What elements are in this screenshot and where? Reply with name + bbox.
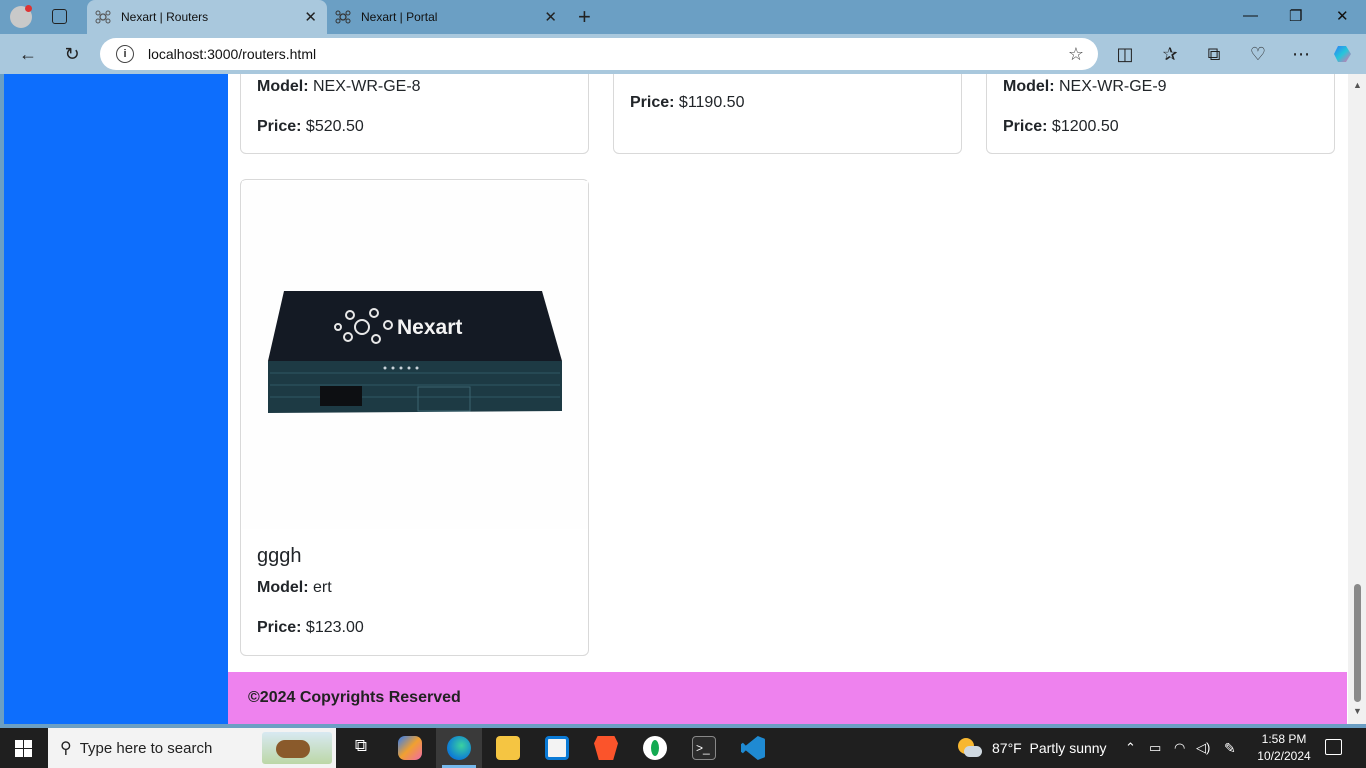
tab-label: Nexart | Routers bbox=[121, 10, 209, 24]
search-placeholder: Type here to search bbox=[79, 739, 213, 757]
page-viewport: Model: NEX-WR-GE-8 Price: $520.50 Price:… bbox=[4, 74, 1366, 724]
product-card: Price: $1190.50 bbox=[613, 74, 962, 154]
tab-routers[interactable]: Nexart | Routers ✕ bbox=[87, 0, 327, 34]
nexart-tab-icon bbox=[95, 10, 111, 24]
scroll-thumb[interactable] bbox=[1354, 584, 1361, 702]
scroll-down-icon[interactable]: ▼ bbox=[1353, 706, 1362, 716]
favorites-icon[interactable]: ✰ bbox=[1158, 42, 1182, 66]
split-screen-icon[interactable]: ◫ bbox=[1113, 42, 1137, 66]
price-row: Price: $123.00 bbox=[257, 619, 364, 636]
product-card: Model: NEX-WR-GE-9 Price: $1200.50 bbox=[986, 74, 1335, 154]
tab-portal[interactable]: Nexart | Portal ✕ bbox=[327, 0, 567, 34]
back-icon[interactable]: ← bbox=[16, 42, 40, 66]
terminal-icon[interactable]: >_ bbox=[692, 736, 716, 760]
tab-label: Nexart | Portal bbox=[361, 10, 438, 24]
close-tab-icon[interactable]: ✕ bbox=[304, 8, 317, 26]
tab-bar: Nexart | Routers ✕ Nexart | Portal ✕ + —… bbox=[0, 0, 1366, 34]
volume-icon[interactable]: ◁) bbox=[1196, 728, 1210, 768]
system-clock[interactable]: 1:58 PM 10/2/2024 bbox=[1254, 731, 1314, 765]
network-icon[interactable]: ◠ bbox=[1174, 728, 1185, 768]
clock-date: 10/2/2024 bbox=[1257, 749, 1311, 763]
tab-actions-icon[interactable] bbox=[52, 9, 67, 24]
weather-condition: Partly sunny bbox=[1029, 740, 1107, 756]
nexart-tab-icon bbox=[335, 10, 351, 24]
vscode-icon[interactable] bbox=[741, 736, 765, 760]
profile-avatar[interactable] bbox=[10, 5, 32, 28]
new-tab-button[interactable]: + bbox=[578, 4, 591, 30]
clock-time: 1:58 PM bbox=[1261, 732, 1307, 746]
browser-essentials-icon[interactable]: ♡ bbox=[1246, 42, 1270, 66]
refresh-icon[interactable]: ↻ bbox=[60, 42, 84, 66]
price-row: Price: $520.50 bbox=[257, 118, 364, 135]
address-text[interactable]: localhost:3000/routers.html bbox=[148, 46, 316, 62]
battery-icon[interactable]: ▭ bbox=[1149, 728, 1161, 768]
weather-temp: 87°F bbox=[992, 740, 1022, 756]
weather-widget[interactable]: 87°F Partly sunny bbox=[958, 728, 1107, 768]
task-view-icon[interactable]: ⧉ bbox=[349, 736, 373, 760]
pen-icon[interactable]: ✎ bbox=[1224, 728, 1236, 768]
favorite-star-icon[interactable]: ☆ bbox=[1068, 44, 1084, 65]
price-row: Price: $1200.50 bbox=[1003, 118, 1119, 135]
restore-icon[interactable]: ❐ bbox=[1289, 7, 1302, 25]
bear-decoration-icon bbox=[262, 732, 332, 764]
svg-text:Nexart: Nexart bbox=[397, 316, 462, 339]
show-hidden-icons-icon[interactable]: ⌃ bbox=[1125, 728, 1136, 768]
notifications-icon[interactable] bbox=[1325, 739, 1342, 755]
browser-toolbar: ← ↻ i localhost:3000/routers.html ☆ ◫ ✰ … bbox=[0, 34, 1366, 74]
copilot-icon[interactable] bbox=[1331, 42, 1355, 66]
model-row: Model: NEX-WR-GE-9 bbox=[1003, 78, 1167, 95]
product-card: Model: NEX-WR-GE-8 Price: $520.50 bbox=[240, 74, 589, 154]
product-card: Nexart gggh Model: ert Price: $123.00 bbox=[240, 179, 589, 656]
weather-partly-sunny-icon bbox=[958, 738, 982, 758]
mongodb-icon[interactable] bbox=[643, 736, 667, 760]
taskbar-search[interactable]: ⚲ Type here to search bbox=[48, 728, 336, 768]
price-row: Price: $1190.50 bbox=[630, 94, 745, 111]
store-icon[interactable] bbox=[545, 736, 569, 760]
address-bar[interactable]: i localhost:3000/routers.html ☆ bbox=[100, 38, 1098, 70]
scrollbar[interactable]: ▲ ▼ bbox=[1348, 74, 1366, 724]
search-icon: ⚲ bbox=[60, 740, 72, 757]
edge-taskbar-active[interactable] bbox=[436, 728, 482, 768]
taskbar: ⚲ Type here to search ⧉ >_ 87°F Partly s… bbox=[0, 728, 1366, 768]
site-info-icon[interactable]: i bbox=[116, 45, 134, 63]
scroll-up-icon[interactable]: ▲ bbox=[1353, 80, 1362, 90]
windows-start-icon[interactable] bbox=[15, 740, 32, 757]
brave-icon[interactable] bbox=[594, 736, 618, 760]
model-row: Model: ert bbox=[257, 579, 332, 596]
file-explorer-icon[interactable] bbox=[496, 736, 520, 760]
model-row: Model: NEX-WR-GE-8 bbox=[257, 78, 421, 95]
more-options-icon[interactable]: ⋯ bbox=[1289, 42, 1313, 66]
sidebar bbox=[4, 74, 228, 724]
router-image: Nexart bbox=[242, 181, 588, 529]
close-window-icon[interactable]: ✕ bbox=[1336, 7, 1349, 25]
footer-text: ©2024 Copyrights Reserved bbox=[248, 689, 461, 706]
close-tab-icon[interactable]: ✕ bbox=[544, 8, 557, 26]
footer: ©2024 Copyrights Reserved bbox=[228, 672, 1347, 724]
edge-icon bbox=[447, 736, 471, 760]
product-title: gggh bbox=[257, 545, 302, 567]
copilot-taskbar-icon[interactable] bbox=[398, 736, 422, 760]
collections-icon[interactable]: ⧉ bbox=[1202, 42, 1226, 66]
minimize-icon[interactable]: — bbox=[1243, 7, 1258, 24]
